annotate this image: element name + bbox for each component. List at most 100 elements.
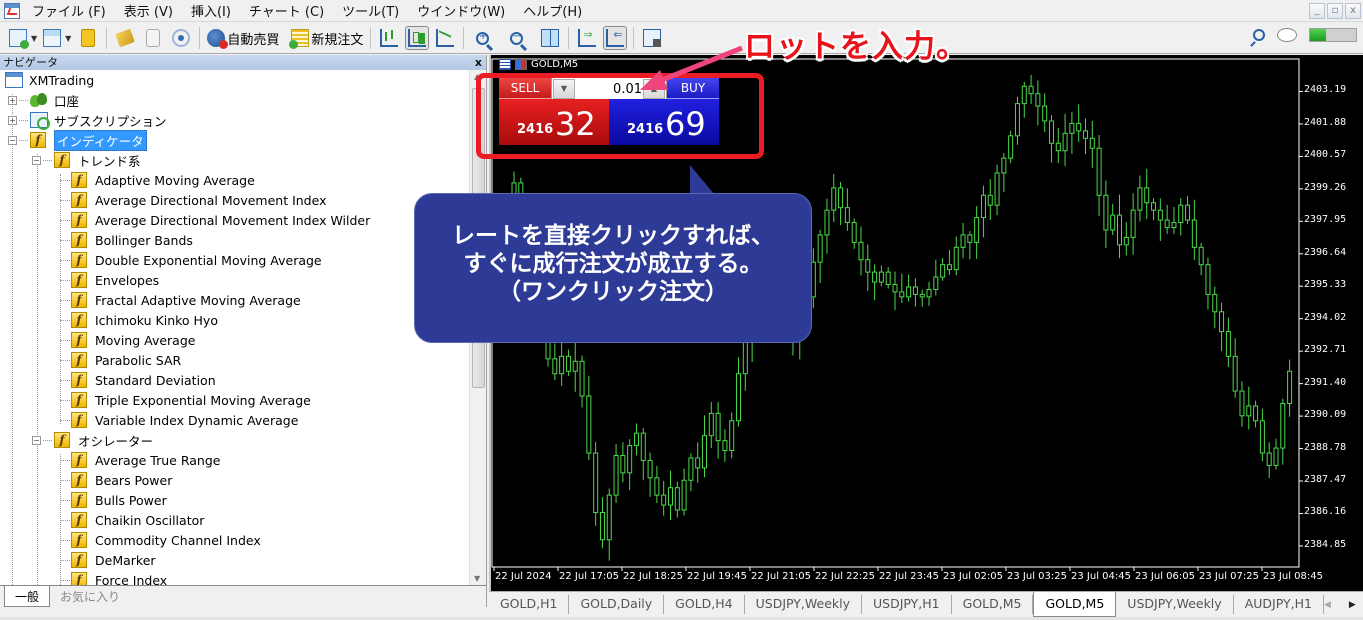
menu-help[interactable]: ヘルプ(H)	[517, 1, 594, 20]
tree-group-trend[interactable]: − f トレンド系	[0, 150, 470, 170]
indicator-label: Double Exponential Moving Average	[95, 252, 322, 268]
sell-button[interactable]: SELL	[499, 77, 551, 99]
chart-tab[interactable]: USDJPY,Weekly	[745, 595, 863, 614]
tree-indicator-item[interactable]: f Standard Deviation	[0, 370, 470, 390]
chart-tab[interactable]: GOLD,M5	[952, 595, 1034, 614]
buy-price-button[interactable]: 2416 69	[609, 99, 719, 145]
close-button[interactable]: x	[1345, 3, 1361, 19]
indicator-label: Bears Power	[95, 472, 173, 488]
tree-indicator-item[interactable]: f Chaikin Oscillator	[0, 510, 470, 530]
candle	[865, 244, 871, 291]
candle	[1048, 115, 1054, 163]
sell-price-button[interactable]: 2416 32	[499, 99, 609, 145]
metaeditor-button[interactable]	[113, 26, 137, 50]
chart-tab[interactable]: GOLD,M5	[1033, 592, 1117, 617]
line-chart-button[interactable]	[433, 26, 457, 50]
auto-scroll-button[interactable]	[603, 26, 628, 50]
tree-item-accounts[interactable]: + 口座	[0, 90, 470, 110]
collapse-icon[interactable]: −	[32, 155, 41, 165]
candle	[1185, 196, 1191, 225]
price-axis-label: 2386.16	[1304, 506, 1347, 518]
new-order-button[interactable]: 新規注文	[289, 26, 364, 50]
bar-chart-button[interactable]	[377, 26, 401, 50]
menu-chart[interactable]: チャート (C)	[243, 1, 336, 20]
candle	[627, 439, 633, 490]
expand-icon[interactable]: +	[8, 95, 17, 105]
candle	[606, 488, 612, 561]
collapse-icon[interactable]: −	[8, 135, 17, 145]
zoom-out-button[interactable]	[504, 26, 528, 50]
signals-button[interactable]	[169, 26, 193, 50]
tile-windows-button[interactable]	[538, 26, 562, 50]
zoom-in-button[interactable]	[470, 26, 494, 50]
indicator-label: Chaikin Oscillator	[95, 512, 205, 528]
tree-indicator-item[interactable]: f Average True Range	[0, 450, 470, 470]
menu-view[interactable]: 表示 (V)	[118, 1, 185, 20]
candle-body	[1178, 204, 1184, 224]
candle-body	[708, 412, 714, 437]
price-axis-label: 2394.02	[1304, 311, 1347, 323]
menu-file[interactable]: ファイル (F)	[26, 1, 118, 20]
restore-button[interactable]: ▫	[1327, 3, 1343, 19]
chart-tab[interactable]: GOLD,H1	[489, 595, 570, 614]
indicator-icon: f	[71, 312, 87, 328]
candle-body	[817, 234, 823, 263]
chart-tab[interactable]: GOLD,H4	[664, 595, 745, 614]
tree-indicator-item[interactable]: f Envelopes	[0, 270, 470, 290]
tree-indicator-item[interactable]: f Bollinger Bands	[0, 230, 470, 250]
scroll-up-icon[interactable]: ▲	[474, 72, 480, 81]
indicator-icon: f	[71, 212, 87, 228]
chart-shift-button[interactable]	[575, 26, 599, 50]
tree-indicator-item[interactable]: f Fractal Adaptive Moving Average	[0, 290, 470, 310]
tree-indicator-item[interactable]: f Average Directional Movement Index	[0, 190, 470, 210]
chart-tab[interactable]: USDJPY,Weekly	[1116, 595, 1234, 614]
indicator-icon: f	[71, 252, 87, 268]
chat-icon[interactable]	[1277, 28, 1297, 42]
lot-decrease-icon[interactable]: ▼	[553, 79, 575, 99]
search-icon[interactable]	[1253, 29, 1265, 41]
tree-indicator-item[interactable]: f Double Exponential Moving Average	[0, 250, 470, 270]
tree-indicator-item[interactable]: f Parabolic SAR	[0, 350, 470, 370]
candle	[552, 343, 558, 381]
new-chart-button[interactable]: ▼	[8, 26, 38, 50]
auto-trading-button[interactable]: 自動売買	[206, 26, 280, 50]
tree-item-indicators[interactable]: − f インディケータ	[0, 129, 470, 151]
vps-button[interactable]	[141, 26, 165, 50]
expand-icon[interactable]: +	[8, 115, 17, 125]
collapse-icon[interactable]: −	[32, 435, 41, 445]
menu-insert[interactable]: 挿入(I)	[185, 1, 243, 20]
tree-item-subscriptions[interactable]: + サブスクリプション	[0, 110, 470, 130]
market-watch-button[interactable]	[76, 26, 100, 50]
tree-indicator-item[interactable]: f Adaptive Moving Average	[0, 170, 470, 190]
tree-indicator-item[interactable]: f Bears Power	[0, 470, 470, 490]
candlestick-button[interactable]	[405, 26, 430, 50]
candle	[633, 423, 639, 456]
tree-indicator-item[interactable]: f Triple Exponential Moving Average	[0, 390, 470, 410]
profiles-button[interactable]: ▼	[42, 26, 72, 50]
tree-indicator-item[interactable]: f DeMarker	[0, 550, 470, 570]
chart-tab[interactable]: GOLD,Daily	[569, 595, 665, 614]
scroll-down-icon[interactable]: ▼	[474, 574, 480, 583]
tab-scroll-left-icon[interactable]: ◀	[1324, 600, 1331, 610]
tree-root[interactable]: XMTrading	[0, 70, 470, 90]
menu-tools[interactable]: ツール(T)	[336, 1, 411, 20]
minimize-button[interactable]: _	[1309, 3, 1325, 19]
tree-indicator-item[interactable]: f Variable Index Dynamic Average	[0, 410, 470, 430]
tree-indicator-item[interactable]: f Moving Average	[0, 330, 470, 350]
candle-body	[844, 207, 850, 224]
tab-general[interactable]: 一般	[4, 586, 51, 607]
callout-line: すぐに成行注文が成立する。	[463, 251, 763, 277]
time-axis-label: 22 Jul 19:45	[687, 571, 747, 582]
tree-indicator-item[interactable]: f Bulls Power	[0, 490, 470, 510]
tab-scroll-right-icon[interactable]: ▶	[1349, 600, 1356, 610]
chart-tab[interactable]: USDJPY,H1	[862, 595, 952, 614]
tree-indicator-item[interactable]: f Average Directional Movement Index Wild…	[0, 210, 470, 230]
menu-window[interactable]: ウインドウ(W)	[411, 1, 517, 20]
tab-favorites[interactable]: お気に入り	[50, 586, 130, 607]
navigator-close-icon[interactable]: x	[475, 55, 482, 70]
chart-tab[interactable]: AUDJPY,H1	[1234, 595, 1324, 614]
tree-indicator-item[interactable]: f Ichimoku Kinko Hyo	[0, 310, 470, 330]
tree-indicator-item[interactable]: f Commodity Channel Index	[0, 530, 470, 550]
tree-group-oscillators[interactable]: − f オシレーター	[0, 430, 470, 450]
tree-indicator-item[interactable]: f Force Index	[0, 570, 470, 585]
